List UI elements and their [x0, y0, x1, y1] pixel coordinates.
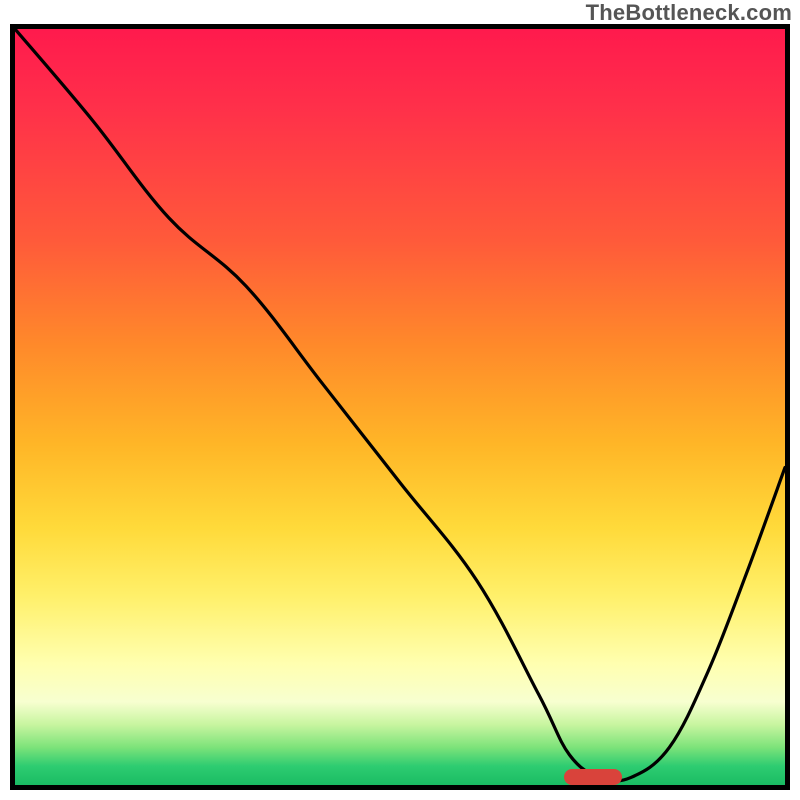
plot-frame [10, 24, 790, 790]
watermark-text: TheBottleneck.com [586, 0, 792, 26]
gradient-background [15, 29, 785, 785]
chart-container: TheBottleneck.com [0, 0, 800, 800]
optimal-region-marker [564, 769, 622, 785]
